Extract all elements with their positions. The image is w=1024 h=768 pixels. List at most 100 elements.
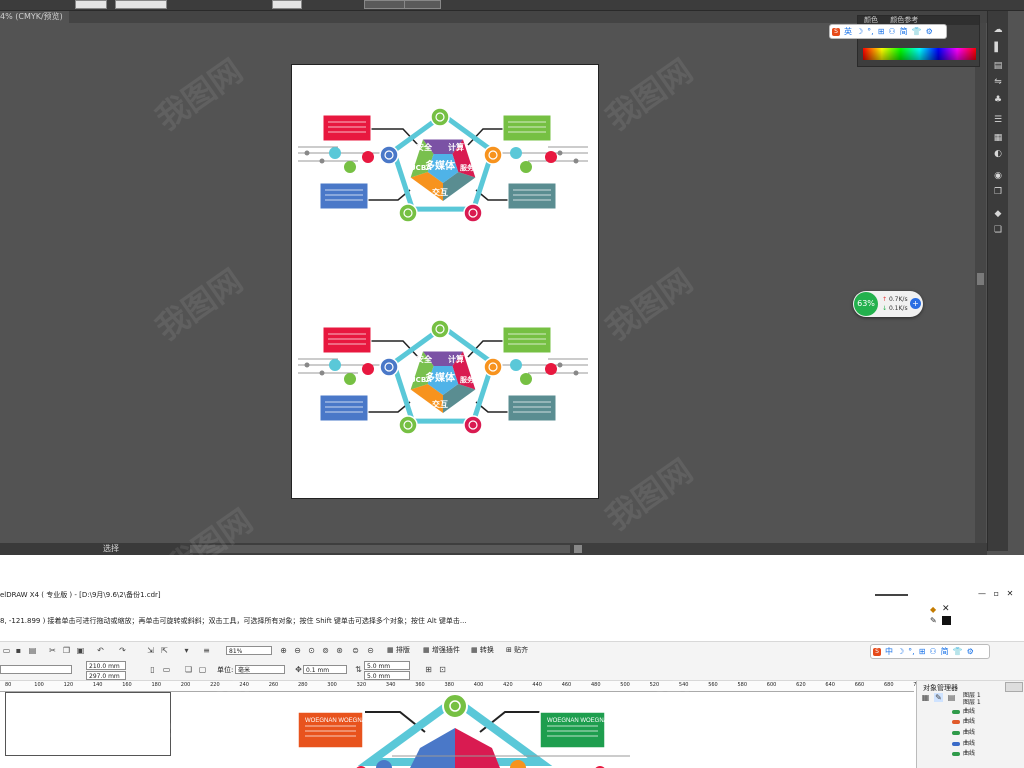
title-decoration [875, 594, 908, 596]
page-height-field[interactable]: 297.0 mm [86, 671, 126, 680]
document-tab[interactable]: 4% (CMYK/预览) [0, 11, 69, 23]
tab-color-guide[interactable]: 颜色参考 [890, 16, 918, 24]
color-spectrum[interactable] [863, 48, 976, 60]
ime-button[interactable]: 简 [900, 27, 908, 36]
ime-button[interactable]: 👕 [953, 647, 963, 656]
paper-type-select[interactable] [0, 665, 72, 674]
fill-outline-indicator[interactable]: ◆ ✕ ✎ [930, 605, 954, 627]
infographic-bottom[interactable]: 多媒体 安全 计算 服务 交互 UCBA [298, 317, 588, 437]
duplicate-x-field[interactable]: 5.0 mm [364, 661, 410, 670]
ime-button[interactable]: ⚇ [888, 27, 895, 36]
ime-button[interactable]: ⚙ [926, 27, 933, 36]
object-item[interactable]: 曲线 [952, 716, 975, 725]
import-icon[interactable]: ⇲ [146, 646, 155, 655]
globe-icon [430, 107, 450, 127]
network-speed-widget[interactable]: 63% ↑ 0.7K/s ↓ 0.1K/s + [853, 291, 923, 317]
control-field[interactable] [75, 0, 107, 9]
menu-convert[interactable]: ▦ 转换 [471, 645, 494, 656]
panel-tool-icon[interactable]: ▤ [992, 61, 1004, 71]
control-field[interactable] [115, 0, 167, 9]
open-icon[interactable]: ▭ [2, 646, 11, 655]
panel-tool-icon[interactable]: ◉ [992, 171, 1004, 181]
portrait-icon[interactable]: ▯ [148, 665, 157, 674]
menu-snap[interactable]: ⊞ 贴齐 [506, 645, 528, 656]
zoom-select[interactable]: 81% [226, 646, 272, 655]
boost-icon[interactable]: + [910, 298, 921, 309]
ime-button[interactable]: ☽ [856, 27, 863, 36]
zoom-width-icon[interactable]: ⊜ [351, 646, 360, 655]
zoom-all-icon[interactable]: ⊚ [321, 646, 330, 655]
ime-button[interactable]: 英 [844, 27, 852, 36]
layer-name[interactable]: 图层 1 [963, 697, 981, 706]
ime-button[interactable]: ⊞ [919, 647, 926, 656]
panel-tool-icon[interactable]: ⇋ [992, 77, 1004, 87]
tab-color[interactable]: 颜色 [864, 16, 878, 24]
vertical-scrollbar[interactable] [975, 23, 986, 543]
chat-bubble-icon [398, 415, 418, 435]
panel-tool-icon[interactable]: ◐ [992, 149, 1004, 159]
infographic-zoomed[interactable]: WOEGNAN WOEGNAN WOEGNAN WOEGNAN [0, 692, 914, 768]
copy-icon[interactable]: ❐ [62, 646, 71, 655]
ime-button[interactable]: ⚙ [967, 647, 974, 656]
duplicate-y-field[interactable]: 5.0 mm [364, 671, 410, 680]
undo-icon[interactable]: ↶ [96, 646, 105, 655]
object-item[interactable]: 曲线 [952, 706, 975, 715]
scroll-thumb[interactable] [977, 273, 984, 285]
panel-tool-icon[interactable]: ◆ [992, 209, 1004, 219]
menu-plugins[interactable]: ▦ 增强插件 [423, 645, 460, 656]
ime-button[interactable]: °, [867, 27, 874, 36]
scroll-thumb[interactable] [190, 545, 570, 553]
menu-layout[interactable]: ▦ 排版 [387, 645, 410, 656]
ime-button[interactable]: ⚇ [929, 647, 936, 656]
zoom-selected-icon[interactable]: ⊙ [307, 646, 316, 655]
all-pages-icon[interactable]: ❏ [184, 665, 193, 674]
zoom-page-icon[interactable]: ⊛ [335, 646, 344, 655]
redo-icon[interactable]: ↷ [118, 646, 127, 655]
control-button[interactable] [404, 0, 441, 9]
ime-button[interactable]: 👕 [912, 27, 922, 36]
infographic-top[interactable]: 多媒体 安全 计算 服务 交互 UCBA [298, 105, 588, 225]
ime-button[interactable]: ⊞ [878, 27, 885, 36]
nudge-field[interactable]: 0.1 mm [303, 665, 347, 674]
ime-button[interactable]: 中 [885, 647, 893, 656]
drawing-canvas[interactable]: WOEGNAN WOEGNAN WOEGNAN WOEGNAN [0, 692, 914, 768]
ime-button[interactable]: °, [908, 647, 915, 656]
current-page-icon[interactable]: ▢ [198, 665, 207, 674]
ime-button[interactable]: ☽ [897, 647, 904, 656]
application-launcher-icon[interactable]: ▾ [182, 646, 191, 655]
unit-select[interactable]: 毫米 [235, 665, 285, 674]
panel-tool-icon[interactable]: ▌ [992, 43, 1004, 53]
panel-tool-icon[interactable]: ❏ [992, 225, 1004, 235]
export-icon[interactable]: ⇱ [160, 646, 169, 655]
control-field[interactable] [272, 0, 302, 9]
print-icon[interactable]: ▤ [28, 646, 37, 655]
layer-manager-icon[interactable]: ▤ [947, 693, 956, 702]
panel-tool-icon[interactable]: ❐ [992, 187, 1004, 197]
object-item[interactable]: 曲线 [952, 738, 975, 747]
landscape-icon[interactable]: ▭ [162, 665, 171, 674]
cut-icon[interactable]: ✂ [48, 646, 57, 655]
zoom-in-icon[interactable]: ⊕ [279, 646, 288, 655]
panel-tool-icon[interactable]: ▦ [992, 133, 1004, 143]
panel-menu-button[interactable] [1005, 682, 1023, 692]
object-item[interactable]: 曲线 [952, 748, 975, 757]
welcome-icon[interactable]: ≡ [202, 646, 211, 655]
scroll-handle[interactable] [574, 545, 582, 553]
ime-toolbar-bottom[interactable]: S 中 ☽ °, ⊞ ⚇ 简 👕 ⚙ [870, 644, 990, 659]
ime-toolbar[interactable]: S 英 ☽ °, ⊞ ⚇ 简 👕 ⚙ [829, 24, 947, 39]
window-controls[interactable]: — ▫ ✕ [978, 588, 1024, 600]
panel-tool-icon[interactable]: ☰ [992, 115, 1004, 125]
panel-tool-icon[interactable]: ☁ [992, 25, 1004, 35]
page-width-field[interactable]: 210.0 mm [86, 661, 126, 670]
zoom-height-icon[interactable]: ⊝ [366, 646, 375, 655]
paste-icon[interactable]: ▣ [76, 646, 85, 655]
panel-tool-icon[interactable]: ♣ [992, 95, 1004, 105]
treat-as-filled-icon[interactable]: ⊞ [424, 665, 433, 674]
ime-button[interactable]: 简 [941, 647, 949, 656]
zoom-out-icon[interactable]: ⊖ [293, 646, 302, 655]
edit-across-layers-icon[interactable]: ✎ [934, 693, 943, 702]
object-item[interactable]: 曲线 [952, 727, 975, 736]
save-icon[interactable]: ▪ [14, 646, 23, 655]
options-icon[interactable]: ⊡ [438, 665, 447, 674]
show-properties-icon[interactable]: ▦ [921, 693, 930, 702]
